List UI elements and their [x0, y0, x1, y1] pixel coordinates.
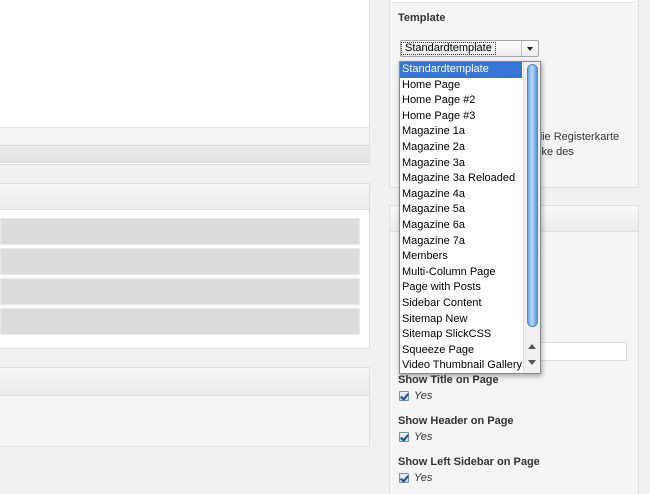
editor-resize-bar[interactable]	[0, 145, 369, 163]
dropdown-option[interactable]: Home Page #2	[400, 93, 522, 109]
custom-fields-rows	[0, 210, 369, 335]
editor-panel	[0, 0, 370, 165]
meta-panel-body	[0, 396, 369, 446]
dropdown-options: Standardtemplate Home Page Home Page #2 Hom…	[400, 62, 522, 373]
show-title-value: Yes	[414, 390, 433, 402]
template-select-value: Standardtemplate	[401, 42, 496, 55]
show-left-sidebar-label: Show Left Sidebar on Page	[398, 456, 540, 468]
show-title-label: Show Title on Page	[398, 374, 499, 386]
custom-field-row[interactable]	[0, 308, 360, 335]
show-header-value: Yes	[414, 431, 433, 443]
dropdown-option[interactable]: Standardtemplate	[400, 62, 522, 78]
custom-field-row[interactable]	[0, 248, 360, 275]
meta-panel	[0, 367, 370, 447]
arrow-down-icon[interactable]	[528, 360, 536, 365]
checkbox-checked-icon[interactable]	[399, 473, 409, 483]
help-text-line-2: cke des	[536, 146, 574, 158]
show-title-checkbox-row[interactable]: Yes	[399, 390, 432, 402]
show-header-checkbox-row[interactable]: Yes	[399, 431, 432, 443]
arrow-up-icon[interactable]	[528, 344, 536, 349]
help-text-line-1: die Registerkarte	[536, 131, 620, 143]
dropdown-option[interactable]: Magazine 5a	[400, 202, 522, 218]
dropdown-option[interactable]: Sitemap SlickCSS	[400, 327, 522, 343]
order-input[interactable]	[538, 342, 627, 361]
custom-fields-panel	[0, 183, 370, 349]
dropdown-option[interactable]: Magazine 3a Reloaded	[400, 171, 522, 187]
dropdown-option[interactable]: Magazine 4a	[400, 187, 522, 203]
dropdown-option[interactable]: Sitemap New	[400, 312, 522, 328]
dropdown-option[interactable]: Multi-Column Page	[400, 265, 522, 281]
dropdown-option[interactable]: Sidebar Content	[400, 296, 522, 312]
dropdown-option[interactable]: Page with Posts	[400, 280, 522, 296]
show-left-sidebar-value: Yes	[414, 472, 433, 484]
show-header-label: Show Header on Page	[398, 415, 514, 427]
editor-status-bar	[0, 127, 369, 145]
dropdown-option[interactable]: Home Page	[400, 78, 522, 94]
dropdown-option[interactable]: Magazine 3a	[400, 156, 522, 172]
template-dropdown-list[interactable]: Standardtemplate Home Page Home Page #2 Hom…	[399, 61, 541, 374]
custom-field-row[interactable]	[0, 218, 360, 245]
scrollbar-thumb[interactable]	[527, 64, 538, 327]
custom-fields-header[interactable]	[0, 184, 369, 210]
dropdown-option[interactable]: Members	[400, 249, 522, 265]
template-select[interactable]: Standardtemplate	[400, 40, 539, 57]
select-arrow-button[interactable]	[521, 41, 538, 56]
dropdown-option[interactable]: Squeeze Page	[400, 343, 522, 359]
dropdown-option[interactable]: Magazine 1a	[400, 124, 522, 140]
checkbox-checked-icon[interactable]	[399, 432, 409, 442]
dropdown-option[interactable]: Magazine 6a	[400, 218, 522, 234]
dropdown-option[interactable]: Home Page #3	[400, 109, 522, 125]
show-left-sidebar-checkbox-row[interactable]: Yes	[399, 472, 432, 484]
dropdown-option[interactable]: Magazine 7a	[400, 234, 522, 250]
chevron-down-icon	[527, 46, 533, 51]
template-label: Template	[398, 12, 446, 24]
meta-panel-header[interactable]	[0, 368, 369, 396]
checkbox-checked-icon[interactable]	[399, 391, 409, 401]
dropdown-option[interactable]: Video Thumbnail Gallery	[400, 358, 522, 373]
editor-body[interactable]	[0, 0, 369, 127]
custom-field-row[interactable]	[0, 278, 360, 305]
dropdown-scrollbar[interactable]	[523, 62, 540, 373]
dropdown-option[interactable]: Magazine 2a	[400, 140, 522, 156]
panel-top-divider	[391, 0, 637, 3]
